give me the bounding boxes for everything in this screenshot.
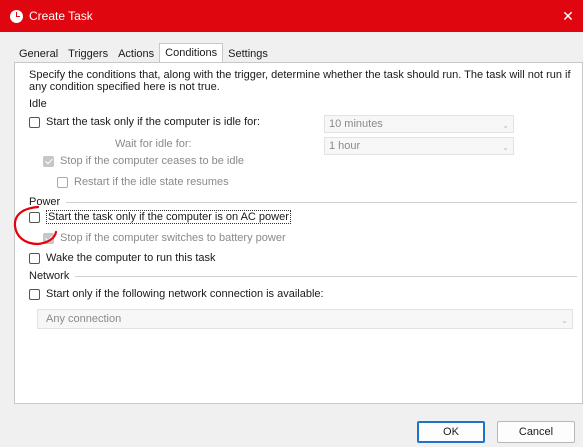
network-group-header: Network bbox=[29, 270, 577, 282]
cancel-button[interactable]: Cancel bbox=[497, 421, 575, 443]
tab-general[interactable]: General bbox=[14, 46, 63, 63]
power-divider bbox=[66, 201, 577, 203]
start-idle-row[interactable]: Start the task only if the computer is i… bbox=[29, 116, 260, 128]
ok-button[interactable]: OK bbox=[417, 421, 485, 443]
start-if-network-row[interactable]: Start only if the following network conn… bbox=[29, 288, 324, 300]
chevron-down-icon: ⌄ bbox=[502, 121, 509, 130]
stop-on-battery-checkbox[interactable] bbox=[43, 232, 54, 244]
network-connection-dropdown[interactable]: Any connection ⌄ bbox=[37, 309, 573, 329]
task-scheduler-icon bbox=[10, 9, 23, 23]
conditions-panel: Specify the conditions that, along with … bbox=[14, 62, 583, 404]
stop-on-battery-label: Stop if the computer switches to battery… bbox=[60, 232, 286, 244]
start-idle-label: Start the task only if the computer is i… bbox=[46, 116, 260, 128]
stop-if-ceases-row[interactable]: Stop if the computer ceases to be idle bbox=[43, 155, 244, 167]
wait-for-idle-value: 1 hour bbox=[329, 140, 361, 152]
idle-duration-value: 10 minutes bbox=[329, 118, 383, 130]
network-heading: Network bbox=[29, 270, 70, 282]
wake-to-run-label: Wake the computer to run this task bbox=[46, 252, 216, 264]
close-icon[interactable]: ✕ bbox=[553, 0, 583, 32]
start-idle-checkbox[interactable] bbox=[29, 116, 40, 128]
network-divider bbox=[75, 275, 577, 277]
conditions-description: Specify the conditions that, along with … bbox=[29, 69, 571, 93]
restart-if-resumes-label: Restart if the idle state resumes bbox=[74, 176, 229, 188]
tab-conditions[interactable]: Conditions bbox=[159, 43, 224, 63]
chevron-down-icon: ⌄ bbox=[502, 143, 509, 152]
tab-strip: General Triggers Actions Conditions Sett… bbox=[14, 43, 273, 63]
idle-group-header: Idle bbox=[29, 98, 577, 110]
chevron-down-icon: ⌄ bbox=[561, 316, 568, 325]
power-heading: Power bbox=[29, 196, 61, 208]
power-group-header: Power bbox=[29, 196, 577, 208]
idle-duration-dropdown[interactable]: 10 minutes ⌄ bbox=[324, 115, 514, 133]
network-connection-value: Any connection bbox=[46, 313, 122, 325]
wait-for-idle-dropdown[interactable]: 1 hour ⌄ bbox=[324, 137, 514, 155]
restart-if-resumes-checkbox[interactable] bbox=[57, 176, 68, 188]
start-if-network-label: Start only if the following network conn… bbox=[46, 288, 324, 300]
stop-if-ceases-label: Stop if the computer ceases to be idle bbox=[60, 155, 245, 167]
restart-if-resumes-row[interactable]: Restart if the idle state resumes bbox=[57, 176, 229, 188]
wake-to-run-row[interactable]: Wake the computer to run this task bbox=[29, 252, 216, 264]
window-title: Create Task bbox=[29, 9, 93, 23]
tab-actions[interactable]: Actions bbox=[113, 46, 159, 63]
wake-to-run-checkbox[interactable] bbox=[29, 252, 40, 264]
tab-triggers[interactable]: Triggers bbox=[63, 46, 113, 63]
stop-on-battery-row[interactable]: Stop if the computer switches to battery… bbox=[43, 232, 286, 244]
start-on-ac-label: Start the task only if the computer is o… bbox=[46, 210, 291, 224]
title-bar: Create Task ✕ bbox=[0, 0, 583, 32]
wait-for-idle-label: Wait for idle for: bbox=[115, 138, 192, 150]
idle-heading: Idle bbox=[29, 98, 47, 110]
start-on-ac-checkbox[interactable] bbox=[29, 211, 40, 223]
tab-settings[interactable]: Settings bbox=[223, 46, 273, 63]
start-on-ac-row[interactable]: Start the task only if the computer is o… bbox=[29, 210, 291, 224]
start-if-network-checkbox[interactable] bbox=[29, 288, 40, 300]
stop-if-ceases-checkbox[interactable] bbox=[43, 155, 54, 167]
